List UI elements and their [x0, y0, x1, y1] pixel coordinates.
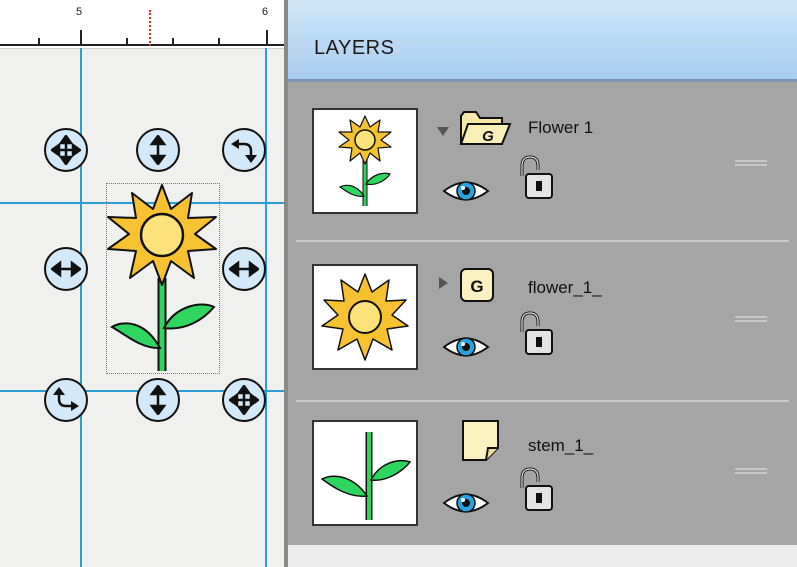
layer-name[interactable]: flower_1_ — [528, 278, 602, 298]
horizontal-arrow-icon — [229, 260, 259, 278]
panel-title: LAYERS — [314, 37, 395, 59]
layer-thumbnail — [312, 420, 418, 526]
group-icon[interactable]: G — [458, 266, 498, 306]
layer-divider — [296, 400, 789, 402]
ruler-tick — [126, 38, 128, 45]
ruler-tick — [218, 38, 220, 45]
horizontal-arrow-icon — [51, 260, 81, 278]
ruler-tick — [38, 38, 40, 45]
vertical-guide[interactable] — [80, 48, 82, 567]
rotate-handle-top-right[interactable] — [222, 128, 266, 172]
eye-visibility-icon[interactable] — [442, 332, 490, 362]
layer-row-stem[interactable]: stem_1_ — [288, 404, 797, 554]
move-handle-top-left[interactable] — [44, 128, 88, 172]
layer-row-flower-1[interactable]: G Flower 1 — [288, 92, 797, 242]
panel-footer — [288, 545, 797, 567]
flower-artwork[interactable] — [104, 183, 220, 373]
unlocked-lock-icon[interactable] — [516, 310, 556, 356]
layer-row-flower-1-group[interactable]: G flower_1_ — [288, 248, 797, 398]
layer-name[interactable]: stem_1_ — [528, 436, 593, 456]
group-folder-icon[interactable]: G — [458, 106, 514, 150]
ruler-tick — [172, 38, 174, 45]
flower-head-thumbnail-icon — [321, 273, 409, 361]
horizontal-ruler[interactable]: 5 6 — [0, 0, 284, 49]
vertical-guide[interactable] — [265, 48, 267, 567]
layer-thumbnail — [312, 264, 418, 370]
scale-handle-top[interactable] — [136, 128, 180, 172]
vertical-arrow-icon — [149, 385, 167, 415]
unlocked-lock-icon[interactable] — [516, 154, 556, 200]
stem-thumbnail-icon — [320, 432, 412, 520]
cursor-position-marker — [149, 10, 151, 46]
vertical-arrow-icon — [149, 135, 167, 165]
move-arrows-icon — [51, 135, 81, 165]
layer-drag-grip[interactable] — [735, 468, 767, 478]
layer-drag-grip[interactable] — [735, 316, 767, 326]
ruler-baseline — [0, 44, 284, 46]
layer-divider — [296, 240, 789, 242]
flower-thumbnail-icon — [338, 115, 392, 206]
layer-thumbnail — [312, 108, 418, 214]
group-letter: G — [482, 128, 494, 145]
rotate-handle-bottom-left[interactable] — [44, 378, 88, 422]
ruler-tick — [80, 30, 82, 45]
disclosure-triangle-expanded-icon[interactable] — [436, 124, 450, 138]
ruler-tick — [266, 30, 268, 45]
eye-visibility-icon[interactable] — [442, 176, 490, 206]
ruler-label-5: 5 — [76, 6, 83, 18]
move-handle-bottom-right[interactable] — [222, 378, 266, 422]
layer-name[interactable]: Flower 1 — [528, 118, 593, 138]
layers-panel: LAYERS G Flower 1 G flower_1_ stem_1_ — [284, 0, 797, 567]
unlocked-lock-icon[interactable] — [516, 466, 556, 512]
rotate-arrow-icon — [231, 139, 257, 163]
rotate-arrow-icon — [53, 387, 79, 411]
path-icon[interactable] — [460, 418, 502, 462]
move-arrows-icon — [229, 385, 259, 415]
disclosure-triangle-collapsed-icon[interactable] — [436, 276, 450, 290]
eye-visibility-icon[interactable] — [442, 488, 490, 518]
scale-handle-right[interactable] — [222, 247, 266, 291]
group-letter: G — [470, 277, 483, 296]
scale-handle-left[interactable] — [44, 247, 88, 291]
scale-handle-bottom[interactable] — [136, 378, 180, 422]
layers-panel-header: LAYERS — [288, 0, 797, 82]
layer-drag-grip[interactable] — [735, 160, 767, 170]
ruler-label-6: 6 — [262, 6, 269, 18]
artboard-canvas[interactable]: 5 6 — [0, 0, 284, 567]
